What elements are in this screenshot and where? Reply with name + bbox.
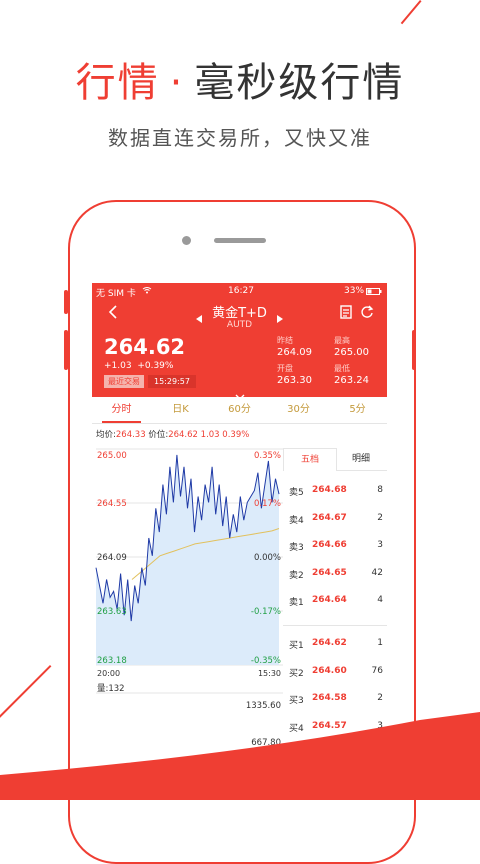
promo-title: 行情 · 毫秒级行情	[0, 50, 480, 108]
tab-details[interactable]: 明细	[335, 448, 387, 470]
document-icon[interactable]	[340, 304, 352, 323]
order-label: 卖5	[289, 488, 304, 498]
order-price: 264.62	[312, 638, 347, 648]
stat-open-label: 开盘	[277, 364, 293, 373]
promo-subtitle: 数据直连交易所，又快又准	[108, 126, 372, 150]
percent-axis-label: 0.00%	[254, 553, 281, 563]
bid-row[interactable]: 买2 264.60 76	[283, 666, 387, 682]
promo-title-rest: 毫秒级行情	[194, 60, 405, 106]
order-vol: 8	[377, 485, 383, 495]
time-axis-label: 20:00	[97, 669, 120, 678]
period-tabs: 分时 日K 60分 30分 5分	[92, 397, 387, 424]
order-label: 卖3	[289, 543, 304, 553]
price-axis-label: 264.09	[97, 553, 127, 563]
change-percent: +0.39%	[137, 361, 174, 371]
tab-30min[interactable]: 30分	[269, 397, 328, 423]
tab-intraday[interactable]: 分时	[92, 397, 151, 423]
stat-open-value: 263.30	[277, 375, 312, 386]
promo-title-accent: 行情	[75, 60, 160, 106]
ask-row[interactable]: 卖1 264.64 4	[283, 595, 387, 611]
decorative-swoosh	[0, 712, 480, 800]
ask-row[interactable]: 卖3 264.66 3	[283, 540, 387, 556]
price-axis-label: 265.00	[97, 451, 127, 461]
status-time: 16:27	[228, 286, 254, 296]
order-vol: 76	[371, 665, 383, 676]
promo-title-dot: ·	[169, 60, 185, 106]
phone-side-button	[64, 290, 68, 314]
order-price: 264.60	[312, 665, 347, 676]
order-label: 卖2	[289, 570, 304, 581]
status-carrier: 无 SIM 卡	[96, 289, 136, 299]
order-label: 买1	[289, 641, 304, 651]
status-battery: 33%	[344, 286, 365, 296]
order-vol: 1	[377, 638, 383, 648]
order-label: 卖4	[289, 515, 304, 526]
refresh-icon[interactable]	[360, 304, 374, 323]
battery-icon	[366, 288, 382, 298]
stat-low-value: 263.24	[334, 375, 369, 386]
price-axis-label: 264.55	[97, 499, 127, 509]
order-book-tabs: 五档 明细	[283, 448, 387, 471]
quote-header: 无 SIM 卡 16:27 33% 黄金T+D AUTD 264.62 +1.0…	[92, 283, 387, 400]
order-price: 264.68	[312, 485, 347, 495]
change-value: +1.03	[104, 361, 132, 371]
time-axis-label: 15:30	[258, 669, 281, 678]
percent-axis-label: -0.17%	[251, 607, 281, 617]
volume-label: 量:132	[97, 684, 125, 694]
bid-row[interactable]: 买1 264.62 1	[283, 638, 387, 654]
tab-60min[interactable]: 60分	[210, 397, 269, 423]
phone-side-button	[412, 330, 416, 370]
price-change: +1.03 +0.39%	[104, 361, 173, 371]
order-vol: 3	[377, 540, 383, 550]
price-axis-label: 263.18	[97, 656, 127, 666]
stat-high-value: 265.00	[334, 347, 369, 358]
order-price: 264.67	[312, 512, 347, 523]
stat-high-label: 最高	[334, 336, 350, 345]
stat-low-label: 最低	[334, 364, 350, 373]
ask-row[interactable]: 卖5 264.68 8	[283, 485, 387, 501]
last-price: 264.62	[104, 335, 186, 359]
order-price: 264.65	[312, 567, 347, 578]
ask-row[interactable]: 卖4 264.67 2	[283, 513, 387, 529]
order-price: 264.64	[312, 595, 347, 605]
order-vol: 4	[377, 595, 383, 605]
tab-five-levels[interactable]: 五档	[283, 448, 337, 471]
wifi-icon	[142, 286, 152, 297]
stat-prev-settle-value: 264.09	[277, 347, 312, 358]
order-vol: 42	[371, 567, 383, 578]
percent-axis-label: 0.35%	[254, 451, 281, 461]
ask-row[interactable]: 卖2 264.65 42	[283, 568, 387, 584]
active-tab-indicator	[102, 421, 141, 423]
stat-prev-settle-label: 昨结	[277, 336, 293, 345]
phone-speaker	[214, 238, 266, 243]
order-label: 买2	[289, 668, 304, 679]
order-label: 卖1	[289, 598, 304, 608]
phone-camera	[182, 236, 191, 245]
price-axis-label: 263.63	[97, 607, 127, 617]
order-price: 264.66	[312, 540, 347, 550]
recent-trade-badge: 最近交易	[104, 375, 144, 388]
order-book-divider	[283, 625, 387, 626]
decorative-line-top	[400, 0, 422, 25]
tab-daily-k[interactable]: 日K	[151, 397, 210, 423]
percent-axis-label: 0.17%	[254, 499, 281, 509]
phone-side-button	[64, 330, 68, 370]
order-vol: 2	[377, 512, 383, 523]
trade-time: 15:29:57	[148, 375, 196, 388]
tab-5min[interactable]: 5分	[328, 397, 387, 423]
percent-axis-label: -0.35%	[251, 656, 281, 666]
